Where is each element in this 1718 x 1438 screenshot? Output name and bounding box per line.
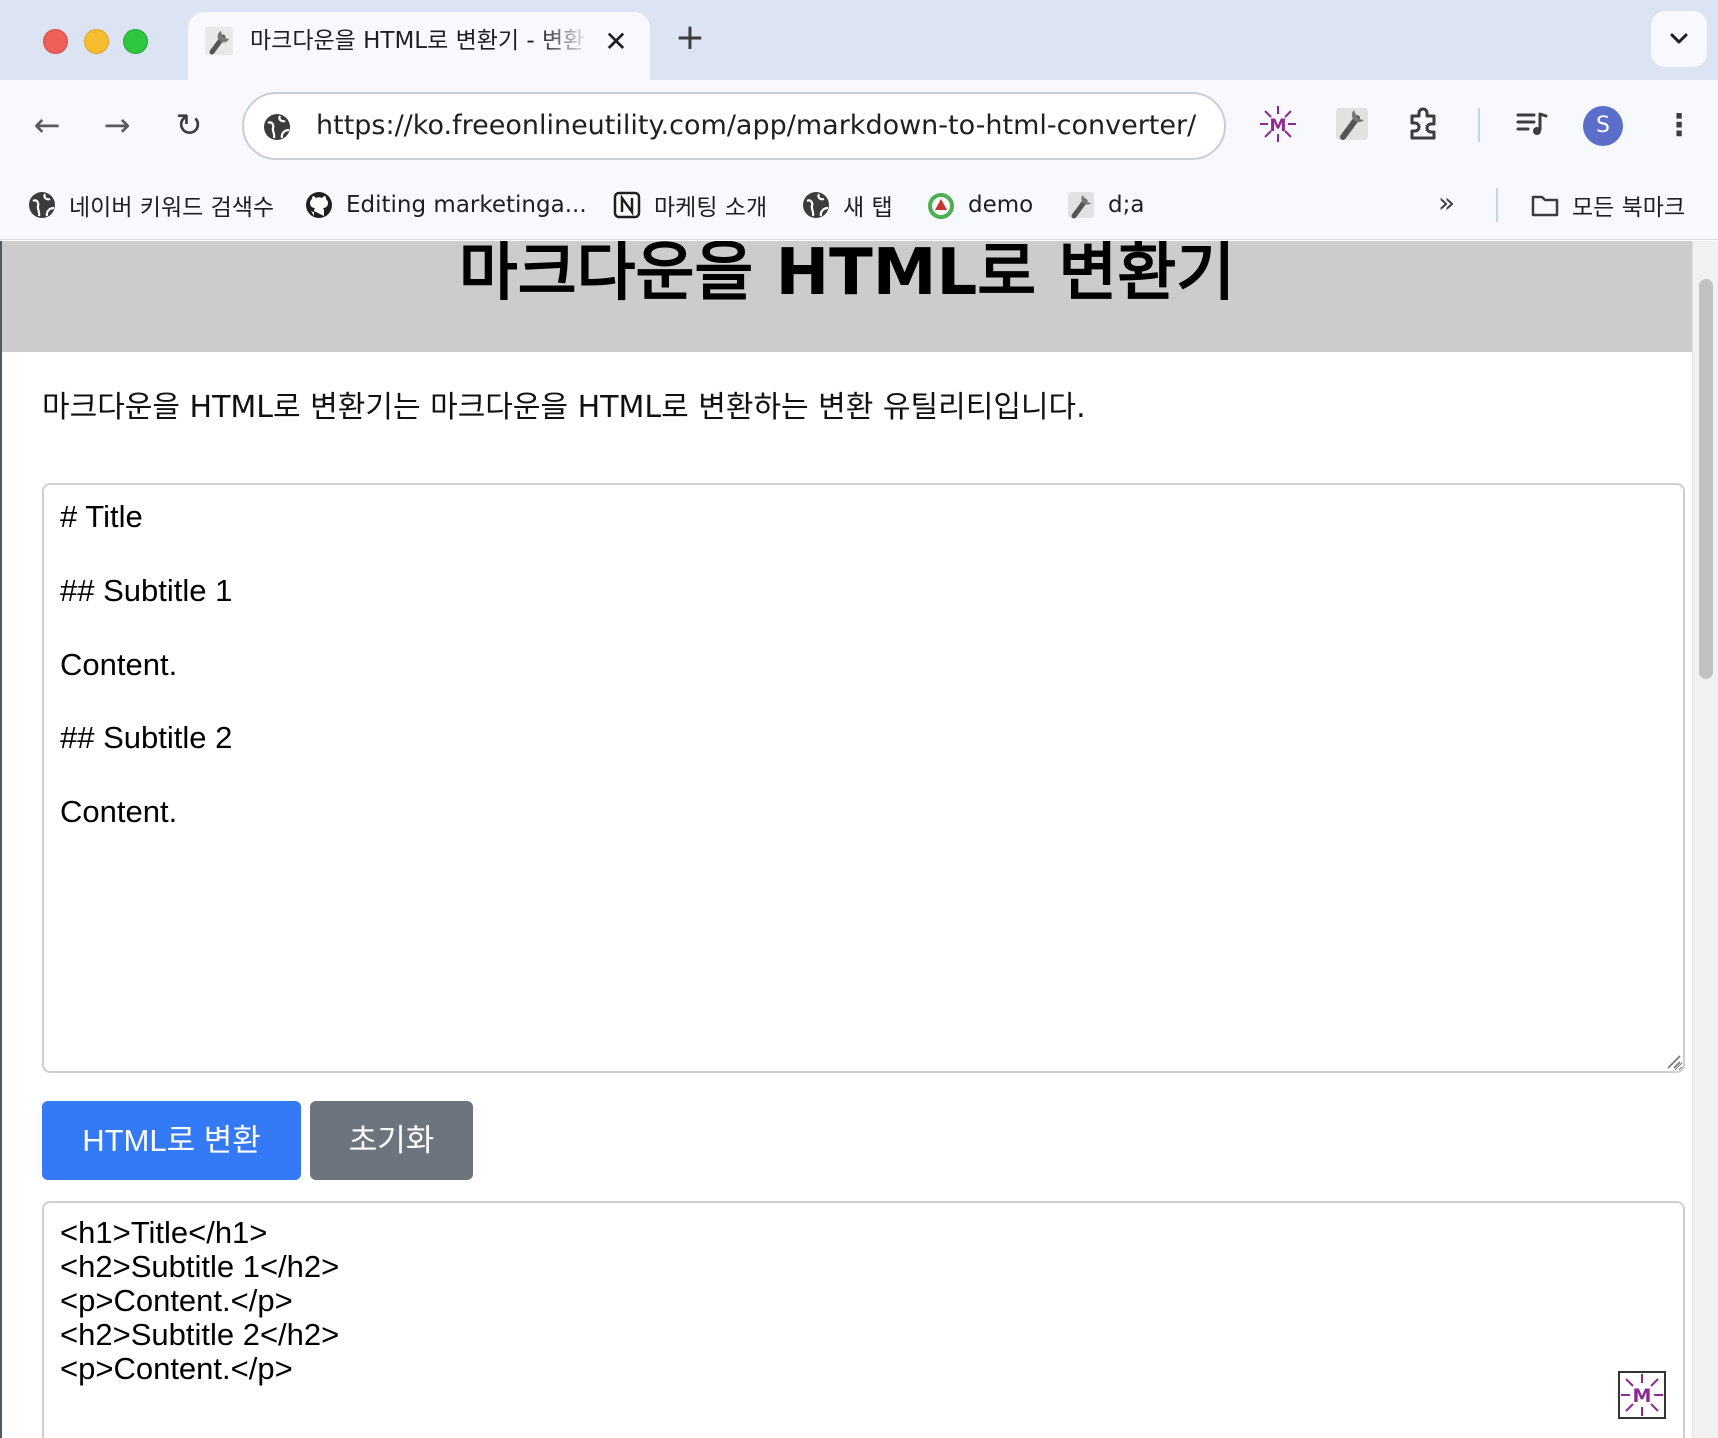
tab-search-button[interactable] xyxy=(1651,11,1707,67)
browser-menu-icon[interactable]: ⋮ xyxy=(1664,106,1694,146)
browser-toolbar: ← → ↻ https://ko.freeonlineutility.com/a… xyxy=(0,80,1718,170)
bookmark-label: 새 탭 xyxy=(843,195,893,221)
page-title: 마크다운을 HTML로 변환기 xyxy=(458,241,1236,310)
convert-to-html-button[interactable]: HTML로 변환 xyxy=(42,1101,301,1180)
minimize-window-button[interactable] xyxy=(84,29,109,54)
bookmarks-separator xyxy=(1496,188,1498,222)
new-tab-button[interactable]: + xyxy=(672,20,708,56)
svg-text:M: M xyxy=(1270,116,1287,136)
url-text: https://ko.freeonlineutility.com/app/mar… xyxy=(316,110,1197,141)
tab-title: 마크다운을 HTML로 변환기 - 변환 xyxy=(250,28,585,54)
globe-icon xyxy=(803,192,829,218)
bookmarks-bar: 네이버 키워드 검색수 Editing marketinga... 마케팅 소개… xyxy=(0,170,1718,240)
bookmark-label: 마케팅 소개 xyxy=(654,195,768,221)
fullscreen-window-button[interactable] xyxy=(123,29,148,54)
bookmark-item[interactable]: 네이버 키워드 검색수 xyxy=(27,188,274,222)
wrench-icon xyxy=(205,27,233,55)
bookmark-item[interactable]: demo xyxy=(926,188,1033,222)
globe-icon xyxy=(29,192,55,218)
bookmark-label: demo xyxy=(968,192,1034,218)
forward-button[interactable]: → xyxy=(96,104,138,146)
bookmark-item[interactable]: d;a xyxy=(1066,188,1144,222)
bookmark-item[interactable]: 마케팅 소개 xyxy=(612,188,767,222)
reset-button[interactable]: 초기화 xyxy=(310,1101,473,1180)
address-bar[interactable]: https://ko.freeonlineutility.com/app/mar… xyxy=(242,92,1226,160)
back-button[interactable]: ← xyxy=(26,104,68,146)
extensions-puzzle-icon[interactable] xyxy=(1402,102,1446,146)
scrollbar-thumb[interactable] xyxy=(1699,279,1713,679)
html-output[interactable]: <h1>Title</h1> <h2>Subtitle 1</h2> <p>Co… xyxy=(42,1201,1685,1438)
active-tab[interactable]: 마크다운을 HTML로 변환기 - 변환 ✕ xyxy=(188,12,650,80)
folder-icon xyxy=(1531,195,1559,217)
bookmark-label: d;a xyxy=(1108,192,1145,218)
all-bookmarks-button[interactable]: 모든 북마크 xyxy=(1530,188,1685,222)
bookmarks-overflow-icon[interactable]: » xyxy=(1438,186,1455,219)
resize-handle-icon[interactable] xyxy=(1663,1051,1681,1069)
mail-merge-extension-icon[interactable]: M xyxy=(1256,102,1300,146)
github-icon xyxy=(306,192,332,218)
mail-merge-badge-icon[interactable]: M xyxy=(1618,1371,1666,1419)
recycle-icon xyxy=(928,193,954,219)
wrench-icon xyxy=(1068,192,1094,219)
markdown-input[interactable]: # Title ## Subtitle 1 Content. ## Subtit… xyxy=(42,483,1685,1073)
bookmark-item[interactable]: Editing marketinga... xyxy=(304,188,587,222)
reload-button[interactable]: ↻ xyxy=(168,104,210,146)
window-edge xyxy=(0,241,2,1438)
notion-icon xyxy=(613,191,641,219)
toolbar-separator xyxy=(1478,108,1480,142)
media-control-icon[interactable] xyxy=(1510,102,1554,146)
bookmark-label: 네이버 키워드 검색수 xyxy=(69,195,275,221)
page-scrollbar[interactable] xyxy=(1692,241,1718,1438)
svg-text:M: M xyxy=(1633,1385,1652,1407)
chevron-down-icon xyxy=(1670,33,1688,44)
wrench-extension-icon[interactable] xyxy=(1330,102,1374,146)
close-window-button[interactable] xyxy=(43,29,68,54)
page-description: 마크다운을 HTML로 변환기는 마크다운을 HTML로 변환하는 변환 유틸리… xyxy=(42,390,1086,425)
page-header: 마크다운을 HTML로 변환기 xyxy=(2,241,1692,352)
tab-strip: 마크다운을 HTML로 변환기 - 변환 ✕ + xyxy=(0,0,1718,80)
site-info-icon[interactable] xyxy=(262,112,292,142)
profile-avatar[interactable]: S xyxy=(1583,106,1623,146)
bookmark-label: Editing marketinga... xyxy=(346,192,587,218)
bookmark-item[interactable]: 새 탭 xyxy=(801,188,893,222)
page-viewport: 마크다운을 HTML로 변환기 마크다운을 HTML로 변환기는 마크다운을 H… xyxy=(0,241,1718,1438)
all-bookmarks-label: 모든 북마크 xyxy=(1572,195,1686,221)
tab-close-icon[interactable]: ✕ xyxy=(602,28,630,56)
